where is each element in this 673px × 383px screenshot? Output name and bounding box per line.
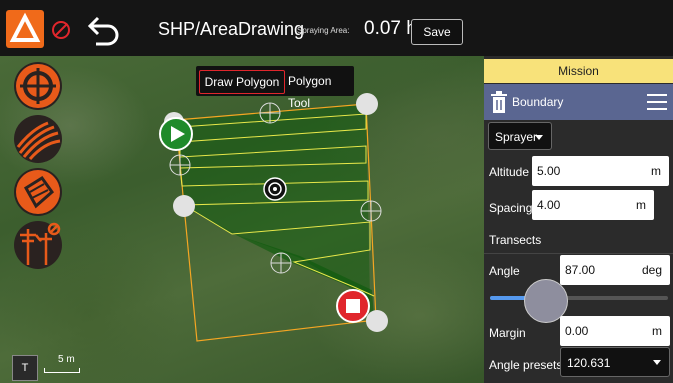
tab-polygon-tool[interactable]: Polygon Tool	[288, 70, 354, 110]
mission-panel: Mission Boundary Sprayer Altitude 5.00 m …	[484, 56, 673, 383]
tab-draw-polygon[interactable]: Draw Polygon	[199, 70, 285, 94]
app-logo-icon[interactable]	[6, 10, 44, 48]
boundary-header: Boundary	[484, 84, 673, 120]
undo-icon[interactable]	[82, 14, 124, 46]
angle-presets-value: 120.631	[567, 356, 611, 370]
powerline-icon[interactable]	[14, 221, 62, 269]
menu-icon[interactable]	[647, 94, 667, 110]
spacing-value: 4.00	[537, 198, 561, 212]
top-bar: SHP/AreaDrawing Spraying Area: 0.07 ha S…	[0, 0, 673, 56]
divider	[484, 253, 673, 254]
chevron-down-icon	[535, 135, 543, 140]
scale-label: 5 m	[58, 354, 75, 365]
disarm-icon[interactable]	[52, 21, 70, 39]
scale-toggle-button[interactable]: T	[12, 355, 38, 381]
target-icon[interactable]	[14, 62, 62, 110]
spacing-label: Spacing	[489, 201, 533, 215]
altitude-unit: m	[651, 164, 661, 178]
altitude-field[interactable]: 5.00 m	[532, 156, 669, 186]
scale-bar	[44, 368, 80, 373]
field-rows-icon[interactable]	[14, 115, 62, 163]
margin-field[interactable]: 0.00 m	[560, 316, 670, 346]
angle-label: Angle	[489, 264, 520, 278]
sprayer-value: Sprayer	[495, 130, 538, 144]
sprayer-dropdown[interactable]: Sprayer	[488, 122, 552, 150]
margin-unit: m	[652, 324, 662, 338]
angle-unit: deg	[641, 263, 662, 277]
spacing-unit: m	[636, 198, 646, 212]
mission-header[interactable]: Mission	[484, 59, 673, 83]
save-button[interactable]: Save	[411, 19, 463, 45]
polygon-tool-tabs: Draw Polygon Polygon Tool	[196, 66, 354, 110]
angle-presets-dropdown[interactable]: 120.631	[560, 347, 670, 377]
polygon-icon[interactable]	[14, 168, 62, 216]
mission-overlay	[159, 93, 388, 342]
spacing-field[interactable]: 4.00 m	[532, 190, 654, 220]
spraying-area-label: Spraying Area:	[297, 26, 350, 35]
margin-label: Margin	[489, 326, 526, 340]
map-view[interactable]: T 5 m	[0, 56, 484, 383]
center-crosshair-icon[interactable]	[263, 177, 287, 201]
margin-value: 0.00	[565, 324, 589, 338]
angle-field[interactable]: 87.00 deg	[560, 255, 670, 285]
angle-presets-label: Angle presets	[489, 358, 563, 372]
page-title: SHP/AreaDrawing	[158, 19, 305, 39]
coverage-area	[176, 104, 370, 300]
chevron-down-icon	[653, 360, 661, 365]
trash-icon[interactable]	[490, 91, 508, 113]
angle-value: 87.00	[565, 263, 596, 277]
start-marker-icon[interactable]	[159, 117, 193, 151]
boundary-label: Boundary	[512, 95, 564, 109]
altitude-value: 5.00	[537, 164, 561, 178]
altitude-label: Altitude	[489, 165, 530, 179]
end-marker-icon[interactable]	[336, 289, 370, 323]
transects-label: Transects	[489, 233, 542, 247]
